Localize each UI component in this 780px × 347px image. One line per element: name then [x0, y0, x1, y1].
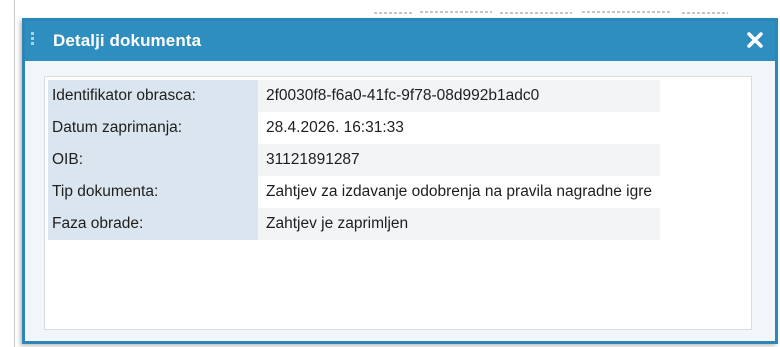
detail-row-oib: OIB: 31121891287: [48, 144, 661, 176]
detail-label: Identifikator obrasca:: [48, 80, 258, 112]
close-icon: [747, 32, 763, 48]
detail-row-document-type: Tip dokumenta: Zahtjev za izdavanje odob…: [48, 176, 661, 208]
detail-value: 31121891287: [258, 144, 661, 176]
detail-value: 2f0030f8-f6a0-41fc-9f78-08d992b1adc0: [258, 80, 661, 112]
detail-label: OIB:: [48, 144, 258, 176]
detail-value: Zahtjev je zaprimljen: [258, 208, 661, 240]
background-divider: [14, 0, 15, 347]
details-table: Identifikator obrasca: 2f0030f8-f6a0-41f…: [48, 80, 661, 240]
dialog-title: Detalji dokumenta: [53, 31, 202, 50]
detail-label: Faza obrade:: [48, 208, 258, 240]
detail-value: 28.4.2026. 16:31:33: [258, 112, 661, 144]
close-button[interactable]: [745, 30, 765, 50]
background-text-fragment: [374, 11, 728, 14]
detail-row-received-date: Datum zaprimanja: 28.4.2026. 16:31:33: [48, 112, 661, 144]
document-details-dialog: Detalji dokumenta Identifikator obrasca:…: [22, 18, 778, 344]
detail-row-processing-phase: Faza obrade: Zahtjev je zaprimljen: [48, 208, 661, 240]
dialog-titlebar[interactable]: Detalji dokumenta: [25, 21, 775, 61]
detail-label: Tip dokumenta:: [48, 176, 258, 208]
drag-handle-icon[interactable]: [31, 32, 35, 50]
detail-row-identifier: Identifikator obrasca: 2f0030f8-f6a0-41f…: [48, 80, 661, 112]
dialog-content: Identifikator obrasca: 2f0030f8-f6a0-41f…: [25, 61, 775, 341]
detail-value: Zahtjev za izdavanje odobrenja na pravil…: [258, 176, 661, 208]
detail-label: Datum zaprimanja:: [48, 112, 258, 144]
